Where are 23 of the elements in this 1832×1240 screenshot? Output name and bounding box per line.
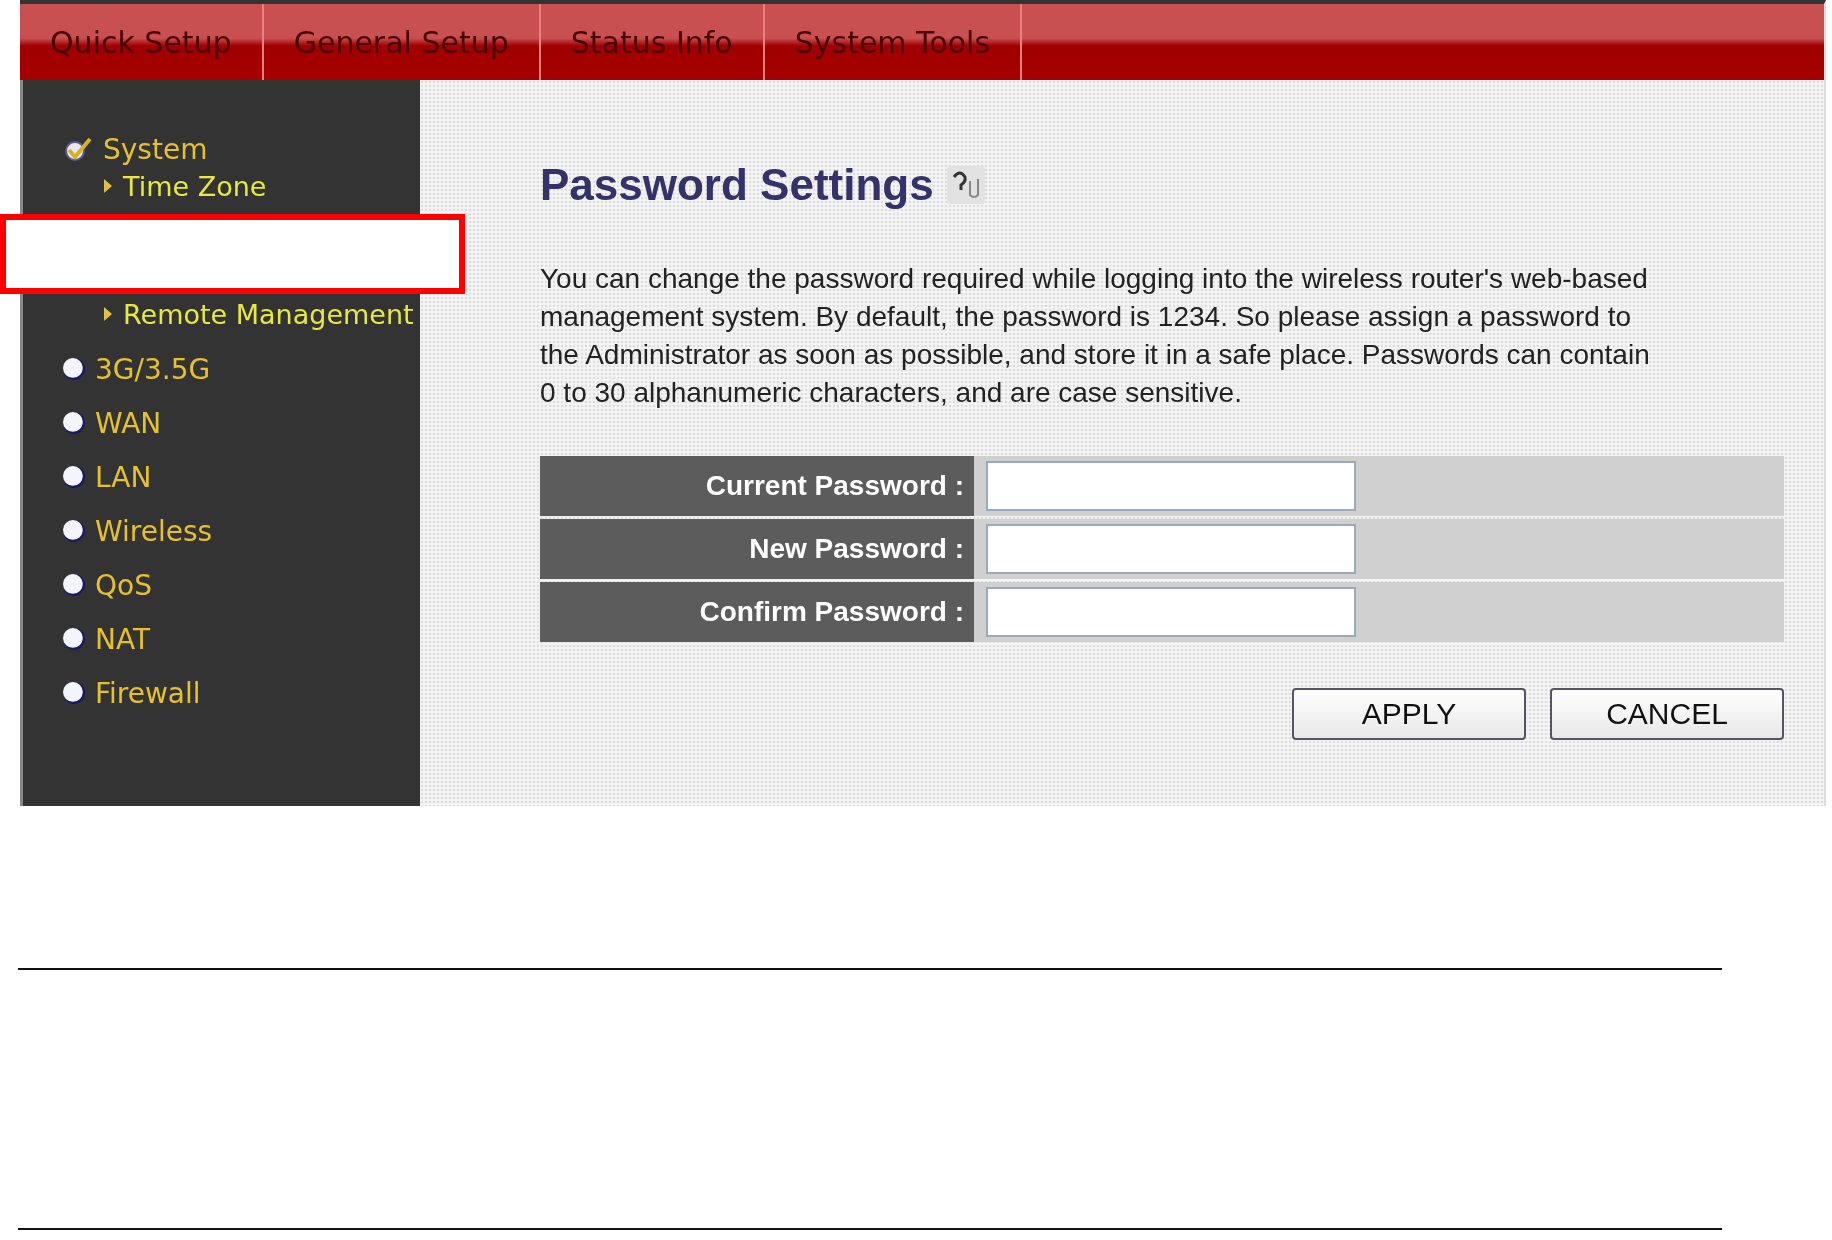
field-label: Current Password :	[540, 456, 974, 516]
sidebar-item[interactable]: NAT	[95, 622, 151, 656]
triangle-icon	[103, 178, 113, 194]
sidebar-item[interactable]: Wireless	[95, 514, 213, 548]
sidebar-item[interactable]: System	[103, 132, 208, 166]
password-field[interactable]	[986, 587, 1356, 637]
triangle-icon	[103, 306, 113, 322]
sidebar-subitem[interactable]: Time Zone	[123, 170, 267, 202]
sidebar-subitem[interactable]: Remote Management	[123, 298, 414, 330]
sidebar-item[interactable]: 3G/3.5G	[95, 352, 211, 386]
form-button[interactable]: APPLY	[1292, 688, 1526, 740]
help-icon[interactable]	[945, 165, 986, 205]
password-field[interactable]	[986, 461, 1356, 511]
sidebar-item[interactable]: LAN	[95, 460, 152, 494]
field-label: Confirm Password :	[540, 582, 974, 642]
sidebar-item[interactable]: WAN	[95, 406, 162, 440]
field-label: New Password :	[540, 519, 974, 579]
description-text: You can change the password required while logging into the wireless router's web-based management system. By default, the password is 1234. So please assign a password to the Administrator as soon as possible, and store it in a safe place. Passwords can contain 0 to 30 alphanumeric characters, and are case sensitive.	[540, 262, 1650, 410]
sidebar-item[interactable]: QoS	[95, 568, 152, 602]
password-field[interactable]	[986, 524, 1356, 574]
page-title: Password Settings	[540, 160, 934, 210]
sidebar-item[interactable]: Firewall	[95, 676, 201, 710]
form-button[interactable]: CANCEL	[1550, 688, 1784, 740]
